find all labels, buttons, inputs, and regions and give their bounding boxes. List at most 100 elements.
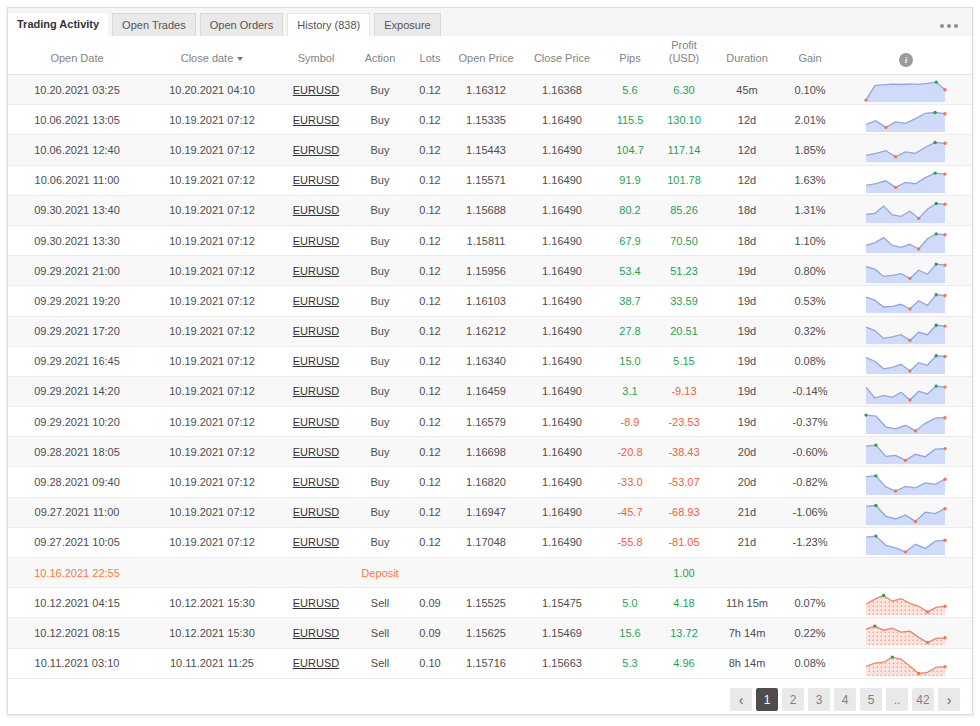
- symbol-link[interactable]: EURUSD: [293, 144, 339, 156]
- table-row: 10.12.2021 04:1510.12.2021 15:30EURUSDSe…: [8, 588, 972, 618]
- open-price-cell: 1.16698: [454, 446, 518, 458]
- page-button-2[interactable]: 2: [782, 688, 804, 711]
- column-header[interactable]: Close Price: [518, 52, 606, 74]
- column-header[interactable]: Close date: [146, 52, 278, 74]
- gain-cell: 0.32%: [780, 325, 840, 337]
- open-date-cell: 10.16.2021 22:55: [8, 567, 146, 579]
- column-header[interactable]: Pips: [606, 52, 654, 74]
- column-header[interactable]: Gain: [780, 52, 840, 74]
- action-cell: Buy: [354, 204, 406, 216]
- column-header[interactable]: Profit(USD): [654, 39, 714, 74]
- lots-cell: 0.12: [406, 416, 454, 428]
- duration-cell: 19d: [714, 355, 780, 367]
- duration-cell: 18d: [714, 204, 780, 216]
- column-header[interactable]: Duration: [714, 52, 780, 74]
- page-button-3[interactable]: 3: [808, 688, 830, 711]
- open-date-cell: 09.29.2021 10:20: [8, 416, 146, 428]
- sparkline-cell: [840, 286, 972, 315]
- column-header[interactable]: Open Price: [454, 52, 518, 74]
- profit-cell: 5.15: [654, 355, 714, 367]
- action-cell: Buy: [354, 506, 406, 518]
- action-cell: Buy: [354, 235, 406, 247]
- gain-cell: 0.07%: [780, 597, 840, 609]
- gain-cell: -0.37%: [780, 416, 840, 428]
- gain-cell: 2.01%: [780, 114, 840, 126]
- action-cell: Buy: [354, 536, 406, 548]
- page-prev-button[interactable]: ‹: [730, 688, 752, 711]
- sparkline-cell: [840, 105, 972, 134]
- symbol-link[interactable]: EURUSD: [293, 385, 339, 397]
- pips-cell: -55.8: [606, 536, 654, 548]
- symbol-link[interactable]: EURUSD: [293, 235, 339, 247]
- symbol-cell: EURUSD: [278, 657, 354, 669]
- symbol-link[interactable]: EURUSD: [293, 597, 339, 609]
- deposit-row: 10.16.2021 22:55Deposit1.00: [8, 558, 972, 588]
- page-button-4[interactable]: 4: [834, 688, 856, 711]
- sparkline-cell: [840, 498, 972, 527]
- symbol-link[interactable]: EURUSD: [293, 114, 339, 126]
- symbol-cell: EURUSD: [278, 174, 354, 186]
- close-date-cell: 10.19.2021 07:12: [146, 446, 278, 458]
- tab-trading-activity[interactable]: Trading Activity: [8, 13, 108, 36]
- profit-cell: 51.23: [654, 265, 714, 277]
- symbol-link[interactable]: EURUSD: [293, 416, 339, 428]
- open-price-cell: 1.15688: [454, 204, 518, 216]
- sparkline-cell: [840, 75, 972, 104]
- symbol-link[interactable]: EURUSD: [293, 627, 339, 639]
- symbol-link[interactable]: EURUSD: [293, 476, 339, 488]
- symbol-link[interactable]: EURUSD: [293, 174, 339, 186]
- table-body: 10.20.2021 03:2510.20.2021 04:10EURUSDBu…: [8, 75, 972, 679]
- lots-cell: 0.12: [406, 295, 454, 307]
- symbol-cell: EURUSD: [278, 385, 354, 397]
- open-date-cell: 10.06.2021 12:40: [8, 144, 146, 156]
- column-header[interactable]: Open Date: [8, 52, 146, 74]
- column-header[interactable]: Lots: [406, 52, 454, 74]
- sparkline-cell: [840, 649, 972, 678]
- sparkline-cell: [840, 196, 972, 225]
- table-row: 09.28.2021 18:0510.19.2021 07:12EURUSDBu…: [8, 437, 972, 467]
- gain-cell: 0.08%: [780, 657, 840, 669]
- page-button-..[interactable]: ..: [886, 688, 908, 711]
- tab-exposure[interactable]: Exposure: [374, 13, 440, 36]
- column-header[interactable]: Action: [354, 52, 406, 74]
- gain-cell: -1.06%: [780, 506, 840, 518]
- symbol-cell: EURUSD: [278, 265, 354, 277]
- symbol-link[interactable]: EURUSD: [293, 204, 339, 216]
- tab-open-trades[interactable]: Open Trades: [112, 13, 196, 36]
- page-button-1[interactable]: 1: [756, 688, 778, 711]
- page-next-button[interactable]: ›: [938, 688, 960, 711]
- symbol-cell: EURUSD: [278, 84, 354, 96]
- symbol-link[interactable]: EURUSD: [293, 536, 339, 548]
- duration-cell: 7h 14m: [714, 627, 780, 639]
- action-cell: Sell: [354, 597, 406, 609]
- profit-cell: -9.13: [654, 385, 714, 397]
- symbol-link[interactable]: EURUSD: [293, 84, 339, 96]
- symbol-link[interactable]: EURUSD: [293, 355, 339, 367]
- column-header[interactable]: Symbol: [278, 52, 354, 74]
- ellipsis-menu-icon[interactable]: [940, 24, 958, 28]
- tab-open-orders[interactable]: Open Orders: [200, 13, 284, 36]
- symbol-link[interactable]: EURUSD: [293, 506, 339, 518]
- pips-cell: 15.0: [606, 355, 654, 367]
- open-price-cell: 1.15335: [454, 114, 518, 126]
- symbol-link[interactable]: EURUSD: [293, 657, 339, 669]
- tab-history-838[interactable]: History (838): [287, 13, 370, 36]
- page-button-5[interactable]: 5: [860, 688, 882, 711]
- symbol-link[interactable]: EURUSD: [293, 295, 339, 307]
- action-cell: Buy: [354, 325, 406, 337]
- symbol-link[interactable]: EURUSD: [293, 325, 339, 337]
- gain-cell: 0.08%: [780, 355, 840, 367]
- open-date-cell: 10.06.2021 11:00: [8, 174, 146, 186]
- symbol-cell: EURUSD: [278, 235, 354, 247]
- duration-cell: 11h 15m: [714, 597, 780, 609]
- tab-bar: Trading ActivityOpen TradesOpen OrdersHi…: [8, 8, 972, 36]
- open-date-cell: 09.27.2021 10:05: [8, 536, 146, 548]
- pips-cell: 27.8: [606, 325, 654, 337]
- page-button-42[interactable]: 42: [912, 688, 934, 711]
- close-date-cell: 10.19.2021 07:12: [146, 144, 278, 156]
- table-row: 10.06.2021 13:0510.19.2021 07:12EURUSDBu…: [8, 105, 972, 135]
- symbol-link[interactable]: EURUSD: [293, 446, 339, 458]
- info-icon[interactable]: i: [899, 53, 913, 67]
- close-date-cell: 10.12.2021 15:30: [146, 597, 278, 609]
- symbol-link[interactable]: EURUSD: [293, 265, 339, 277]
